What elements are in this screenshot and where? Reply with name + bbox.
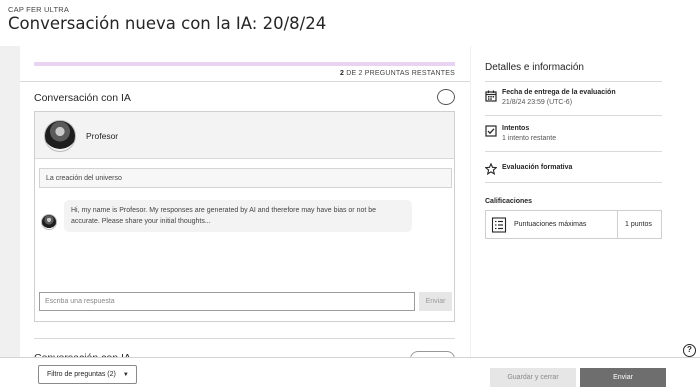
progress-counter: 2 DE 2 PREGUNTAS RESTANTES (340, 70, 455, 77)
calendar-icon (485, 90, 497, 102)
reply-input[interactable] (39, 292, 415, 311)
details-sidebar: Detalles e información Fecha de entrega … (471, 46, 700, 364)
max-score-value: 1 puntos (625, 221, 652, 228)
sidebar-title: Detalles e información (485, 62, 584, 73)
avatar (44, 120, 76, 152)
save-and-close-button[interactable]: Guardar y cerrar (490, 368, 576, 387)
submit-button[interactable]: Enviar (580, 368, 666, 387)
chevron-down-icon: ▼ (122, 371, 129, 378)
page-header: CAP FER ULTRA Conversación nueva con la … (0, 0, 700, 46)
attempts-label: Intentos (502, 125, 530, 132)
progress-fill (34, 62, 455, 66)
question-toggle[interactable] (437, 89, 455, 105)
max-score-row: Puntuaciones máximas 1 puntos (485, 210, 662, 239)
filter-label: Filtro de preguntas (2) (47, 371, 116, 378)
grades-title: Calificaciones (485, 198, 533, 205)
divider (485, 182, 662, 183)
divider (34, 338, 455, 339)
ai-avatar (41, 214, 57, 230)
send-reply-button[interactable]: Enviar (419, 292, 452, 311)
question-filter-button[interactable]: Filtro de preguntas (2) ▼ (38, 365, 137, 384)
question-panel: 2 DE 2 PREGUNTAS RESTANTES Conversación … (20, 46, 470, 364)
persona-header: Profesor (35, 112, 454, 159)
conversation-box: Profesor La creación del universo Hi, my… (34, 111, 455, 322)
attempts-value: 1 intento restante (502, 135, 557, 142)
max-score-label: Puntuaciones máximas (514, 221, 587, 228)
section-title: Conversación con IA (34, 92, 131, 104)
formative-label: Evaluación formativa (502, 164, 573, 171)
footer-bar: Filtro de preguntas (2) ▼ Guardar y cerra… (0, 357, 700, 390)
progress-bar (34, 62, 455, 66)
page-title: Conversación nueva con la IA: 20/8/24 (8, 14, 327, 33)
rubric-icon (491, 217, 507, 233)
conversation-topic: La creación del universo (39, 168, 452, 188)
persona-name: Profesor (86, 131, 119, 141)
due-date-label: Fecha de entrega de la evaluación (502, 89, 616, 96)
progress-current: 2 (339, 70, 345, 77)
due-date-value: 21/8/24 23:59 (UTC-6) (502, 99, 573, 106)
progress-label: DE 2 PREGUNTAS RESTANTES (346, 70, 455, 77)
divider (20, 81, 470, 82)
divider (617, 211, 618, 238)
star-icon (485, 163, 497, 175)
ai-message: Hi, my name is Profesor. My responses ar… (64, 200, 412, 232)
course-name: CAP FER ULTRA (8, 5, 70, 14)
divider (485, 81, 662, 82)
help-icon[interactable]: ? (683, 344, 696, 357)
divider (485, 151, 662, 152)
divider (485, 115, 662, 116)
attempts-icon (485, 125, 497, 137)
